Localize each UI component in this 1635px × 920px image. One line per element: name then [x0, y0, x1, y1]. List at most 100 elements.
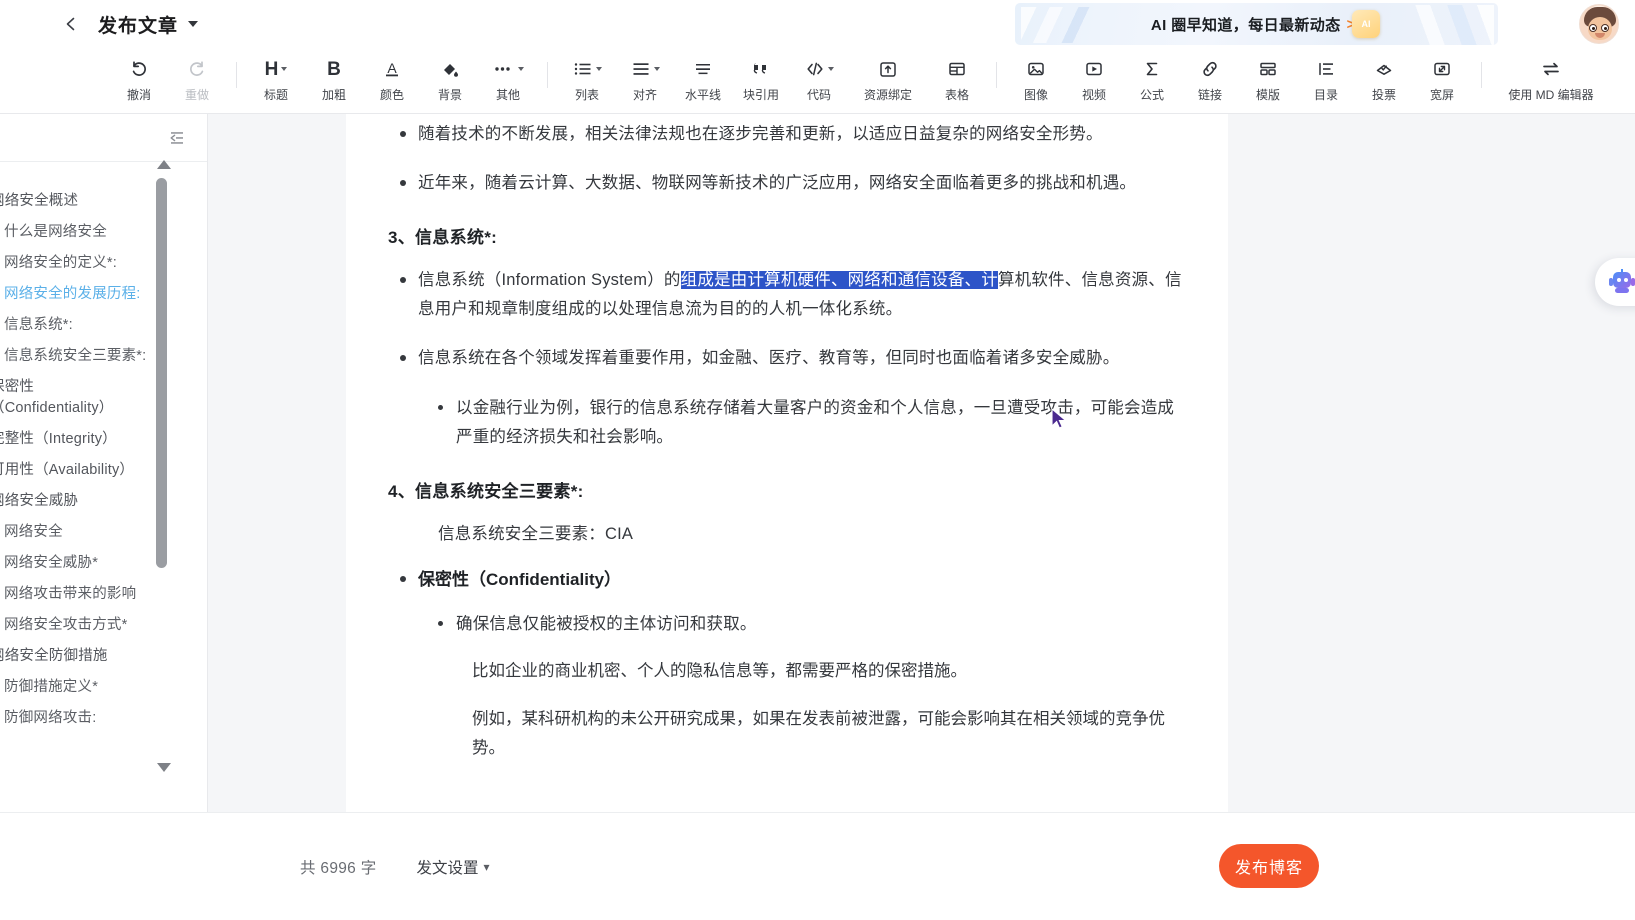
- editor-body: 网络安全概述 什么是网络安全 网络安全的定义*: 网络安全的发展历程: 信息系统…: [0, 114, 1635, 812]
- robot-arm-left: [1609, 278, 1613, 286]
- toolbar-bold-label: 加粗: [321, 88, 346, 102]
- toolbar-color[interactable]: A 颜色: [366, 58, 418, 103]
- toolbar-vote[interactable]: 投票: [1358, 58, 1410, 103]
- toolbar-undo[interactable]: 撤消: [113, 58, 165, 103]
- ai-assistant-button[interactable]: [1595, 258, 1635, 306]
- toolbar-bold[interactable]: B 加粗: [308, 58, 360, 103]
- resource-bind-icon: [878, 58, 898, 80]
- bold-icon: B: [327, 58, 341, 80]
- list-item: 近年来，随着云计算、大数据、物联网等新技术的广泛应用，网络安全面临着更多的挑战和…: [388, 169, 1186, 198]
- toc-item-6[interactable]: 保密性（Confidentiality）: [0, 372, 118, 424]
- toolbar-list[interactable]: 列表: [561, 58, 613, 103]
- redo-icon: [187, 58, 207, 80]
- toolbar-more-label: 其他: [495, 88, 520, 102]
- toolbar-more[interactable]: 其他: [482, 58, 534, 103]
- toolbar-image-label: 图像: [1023, 88, 1048, 102]
- paragraph-confidentiality-2: 例如，某科研机构的未公开研究成果，如果在发表前被泄露，可能会影响其在相关领域的竞…: [472, 709, 1165, 757]
- document-content[interactable]: 随着技术的不断发展，相关法律法规也在逐步完善和更新，以适应日益复杂的网络安全形势…: [346, 114, 1228, 763]
- toolbar-background[interactable]: 背景: [424, 58, 476, 103]
- toolbar-redo[interactable]: 重做: [171, 58, 223, 103]
- toolbar-fullwidth-label: 宽屏: [1429, 88, 1454, 102]
- toolbar-redo-label: 重做: [184, 88, 209, 102]
- section-heading-3: 3、信息系统*:: [388, 227, 498, 247]
- toolbar-hr[interactable]: 水平线: [677, 58, 729, 103]
- section-heading-4: 4、信息系统安全三要素*:: [388, 481, 584, 501]
- toolbar-align-label: 对齐: [632, 88, 657, 102]
- heading-icon: H: [265, 58, 288, 80]
- avatar-pupil-right: [1604, 27, 1607, 30]
- chevron-down-icon[interactable]: [188, 21, 199, 27]
- formula-icon: [1142, 58, 1162, 80]
- list-item: 随着技术的不断发展，相关法律法规也在逐步完善和更新，以适应日益复杂的网络安全形势…: [388, 120, 1186, 149]
- toolbar-blockquote-label: 块引用: [742, 88, 779, 102]
- toolbar-table-label: 表格: [944, 88, 969, 102]
- toolbar-template-label: 模版: [1255, 88, 1280, 102]
- avatar[interactable]: [1579, 4, 1619, 44]
- toolbar-video[interactable]: 视频: [1068, 58, 1120, 103]
- publish-settings-button[interactable]: 发文设置 ▾: [417, 856, 490, 878]
- undo-icon: [129, 58, 149, 80]
- code-icon: [805, 58, 834, 80]
- align-icon: [631, 58, 660, 80]
- image-icon: [1026, 58, 1046, 80]
- scroll-down-arrow-icon[interactable]: [157, 763, 171, 772]
- list-item: 信息系统在各个领域发挥着重要作用，如金融、医疗、教育等，但同时也面临着诸多安全威…: [388, 344, 1186, 373]
- svg-text:A: A: [387, 60, 397, 76]
- toolbar-formula[interactable]: 公式: [1126, 58, 1178, 103]
- toolbar-align[interactable]: 对齐: [619, 58, 671, 103]
- paragraph-cia: 信息系统安全三要素：CIA: [438, 524, 634, 543]
- vote-icon: [1374, 58, 1394, 80]
- toolbar-divider-3: [996, 62, 997, 88]
- robot-eye-right: [1624, 278, 1628, 282]
- toolbar-heading-label: 标题: [263, 88, 288, 102]
- toolbar-color-label: 颜色: [379, 88, 404, 102]
- footer-left-group: 共 6996 字 发文设置 ▾: [300, 856, 490, 878]
- toolbar-video-label: 视频: [1081, 88, 1106, 102]
- robot-head: [1613, 272, 1631, 288]
- publish-settings-label: 发文设置: [416, 859, 479, 877]
- toolbar-list-label: 列表: [574, 88, 599, 102]
- more-dots-icon: [493, 58, 524, 80]
- toolbar-table[interactable]: 表格: [931, 58, 983, 103]
- banner-ai-chip: AI: [1352, 10, 1380, 38]
- bullet-group-3: 保密性（Confidentiality） 确保信息仅能被授权的主体访问和获取。: [388, 565, 1186, 639]
- back-icon[interactable]: [62, 15, 80, 33]
- toolbar-hr-label: 水平线: [684, 88, 721, 102]
- bullet-group-1: 随着技术的不断发展，相关法律法规也在逐步完善和更新，以适应日益复杂的网络安全形势…: [388, 120, 1186, 199]
- toolbar-md-editor-toggle[interactable]: 使用 MD 编辑器: [1495, 58, 1607, 103]
- avatar-pupil-left: [1592, 27, 1595, 30]
- toolbar-toc[interactable]: 目录: [1300, 58, 1352, 103]
- toolbar-resource-bind[interactable]: 资源绑定: [851, 58, 925, 103]
- editor-footer: 共 6996 字 发文设置 ▾ 发布博客: [0, 812, 1635, 920]
- promo-banner[interactable]: AI 圈早知道，每日最新动态 >> AI: [1015, 3, 1498, 45]
- toolbar-divider-4: [1481, 62, 1482, 88]
- toolbar-divider-1: [236, 62, 237, 88]
- toolbar-link[interactable]: 链接: [1184, 58, 1236, 103]
- publish-button[interactable]: 发布博客: [1219, 844, 1319, 888]
- toolbar-fullwidth[interactable]: 宽屏: [1416, 58, 1468, 103]
- toolbar-code-label: 代码: [806, 88, 831, 102]
- toolbar-background-label: 背景: [437, 88, 462, 102]
- toc-scrollbar[interactable]: [153, 156, 175, 776]
- list-icon: [573, 58, 602, 80]
- toolbar-resource-bind-label: 资源绑定: [863, 88, 912, 102]
- table-icon: [947, 58, 967, 80]
- scroll-up-arrow-icon[interactable]: [157, 160, 171, 169]
- scrollbar-thumb[interactable]: [156, 178, 167, 568]
- editor-toolbar: 撤消 重做 H 标题 B 加粗 A 颜色 背景 其他 列表 对齐 水平线 块引用…: [0, 48, 1635, 114]
- paragraph-confidentiality-1: 比如企业的商业机密、个人的隐私信息等，都需要严格的保密措施。: [472, 662, 967, 681]
- toolbar-heading[interactable]: H 标题: [250, 58, 302, 103]
- toolbar-toc-label: 目录: [1313, 88, 1338, 102]
- text-before-selection: 信息系统（Information System）的: [418, 270, 681, 289]
- toolbar-blockquote[interactable]: 块引用: [735, 58, 787, 103]
- list-item-nested: 以金融行业为例，银行的信息系统存储着大量客户的资金和个人信息，一旦遭受攻击，可能…: [388, 394, 1186, 453]
- fullwidth-icon: [1432, 58, 1452, 80]
- toolbar-code[interactable]: 代码: [793, 58, 845, 103]
- collapse-sidebar-icon[interactable]: [167, 128, 187, 148]
- robot-arm-right: [1631, 278, 1635, 286]
- toolbar-image[interactable]: 图像: [1010, 58, 1062, 103]
- app-header: 发布文章 AI 圈早知道，每日最新动态 >> AI: [0, 0, 1635, 48]
- video-icon: [1084, 58, 1104, 80]
- toolbar-template[interactable]: 模版: [1242, 58, 1294, 103]
- editor-page[interactable]: 随着技术的不断发展，相关法律法规也在逐步完善和更新，以适应日益复杂的网络安全形势…: [346, 114, 1228, 812]
